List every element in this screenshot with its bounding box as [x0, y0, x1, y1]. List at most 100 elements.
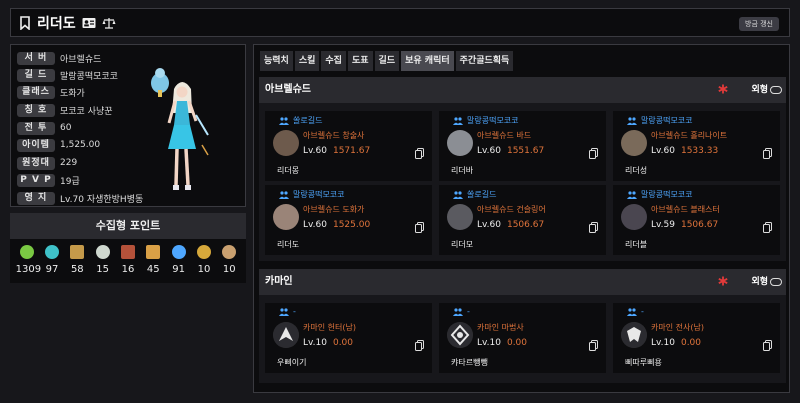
- class-emblem-icon: [273, 322, 299, 348]
- appearance-toggle[interactable]: [770, 278, 782, 286]
- collect-item-star[interactable]: 91: [168, 245, 190, 275]
- avatar: [447, 204, 473, 230]
- world-tree-icon: [196, 245, 211, 259]
- guild-name: 말랑콩떡모코코: [467, 116, 519, 125]
- character-level: Lv.60: [477, 146, 501, 156]
- copy-icon[interactable]: [415, 340, 424, 351]
- collect-item-map[interactable]: 58: [66, 245, 88, 275]
- server-name: 카마인: [265, 276, 293, 287]
- island-heart-icon: [44, 245, 59, 259]
- collect-item-art[interactable]: 16: [117, 245, 139, 275]
- character-card[interactable]: 쏠로길드 아브렐슈드 건슬링어 Lv.60 1506.67 리더모: [439, 185, 606, 255]
- star-icon: [171, 245, 186, 259]
- info-row-pvp: P V P 19급: [17, 173, 80, 187]
- people-icon: [279, 190, 289, 199]
- collection-points-title: 수집형 포인트: [10, 213, 246, 239]
- character-card[interactable]: 말랑콩떡모코코 아브렐슈드 블래스터 Lv.59 1506.67 리더블: [613, 185, 780, 255]
- item-level: 0.00: [680, 338, 702, 348]
- class-emblem-icon: [447, 322, 473, 348]
- info-label: 원정대: [17, 156, 55, 170]
- info-value: 19급: [60, 176, 80, 187]
- guild-name: 말랑콩떡모코코: [293, 190, 345, 199]
- info-value: 말랑콩떡모코코: [60, 71, 118, 82]
- item-level: 1533.33: [680, 146, 719, 156]
- copy-icon[interactable]: [589, 148, 598, 159]
- appearance-label: 외형: [751, 277, 768, 287]
- server-class: 카마인 헌터(남): [303, 323, 356, 332]
- people-icon: [627, 116, 637, 125]
- bookmark-icon[interactable]: [19, 15, 31, 30]
- info-label: 클래스: [17, 85, 55, 99]
- character-card[interactable]: - 카마인 전사(남) Lv.10 0.00 삐따루삐용: [613, 303, 780, 373]
- character-name: 리더도: [37, 15, 76, 32]
- copy-icon[interactable]: [589, 222, 598, 233]
- info-row-combat: 전 투 60: [17, 121, 71, 135]
- server-class: 카마인 전사(남): [651, 323, 704, 332]
- character-grid: 쏠로길드 아브렐슈드 창술사 Lv.60 1571.67 리더몽 말랑콩떡모코코 …: [259, 103, 786, 261]
- info-label: P V P: [17, 173, 55, 187]
- character-card[interactable]: 말랑콩떡모코코 아브렐슈드 도화가 Lv.60 1525.00 리더도: [265, 185, 432, 255]
- character-level: Lv.60: [651, 146, 675, 156]
- voyage-icon: [146, 245, 161, 259]
- character-name: 리더바: [451, 166, 474, 175]
- scale-icon[interactable]: [102, 17, 116, 29]
- item-level: 1571.67: [332, 146, 371, 156]
- collect-item-island-heart[interactable]: 97: [41, 245, 63, 275]
- info-row-expedition: 원정대 229: [17, 156, 77, 170]
- id-card-icon[interactable]: [82, 17, 96, 29]
- collect-item-mokoko[interactable]: 15: [92, 245, 114, 275]
- guild-name: -: [467, 307, 470, 316]
- info-row-server: 서 버 아브렐슈드: [17, 51, 101, 65]
- tab-guild[interactable]: 길드: [374, 51, 400, 71]
- avatar: [447, 130, 473, 156]
- character-name: 리더성: [625, 166, 648, 175]
- character-card[interactable]: - 카마인 헌터(남) Lv.10 0.00 우삐이기: [265, 303, 432, 373]
- collect-count: 97: [45, 264, 59, 275]
- collect-count: 10: [222, 264, 236, 275]
- server-name: 아브렐슈드: [265, 84, 311, 95]
- server-class: 카마인 마법사: [477, 323, 524, 332]
- orpheus-icon: [222, 245, 237, 259]
- character-name: 리더몽: [277, 166, 300, 175]
- guild-name: 쏠로길드: [293, 116, 323, 125]
- collect-item-voyage[interactable]: 45: [142, 245, 164, 275]
- character-card[interactable]: - 카마인 마법사 Lv.10 0.00 캬타르뺑뺑: [439, 303, 606, 373]
- tab-collection[interactable]: 수집: [321, 51, 346, 71]
- people-icon: [453, 116, 463, 125]
- character-name: 캬타르뺑뺑: [451, 358, 488, 367]
- guild-name: 말랑콩떡모코코: [641, 190, 693, 199]
- character-card[interactable]: 말랑콩떡모코코 아브렐슈드 바드 Lv.60 1551.67 리더바: [439, 111, 606, 181]
- people-icon: [279, 116, 289, 125]
- character-card[interactable]: 쏠로길드 아브렐슈드 창술사 Lv.60 1571.67 리더몽: [265, 111, 432, 181]
- info-row-estate: 영 지 Lv.70 자생한방H병동: [17, 191, 143, 205]
- collect-item-seed[interactable]: 1309: [16, 245, 41, 275]
- character-grid: - 카마인 헌터(남) Lv.10 0.00 우삐이기 - 카마인 마법사 Lv.…: [259, 295, 786, 383]
- copy-icon[interactable]: [763, 222, 772, 233]
- refresh-button[interactable]: 방금 갱신: [739, 17, 779, 31]
- character-level: Lv.10: [303, 338, 327, 348]
- copy-icon[interactable]: [415, 148, 424, 159]
- avatar: [273, 130, 299, 156]
- copy-icon[interactable]: [589, 340, 598, 351]
- collect-count: 15: [96, 264, 109, 275]
- collect-item-world-tree[interactable]: 10: [193, 245, 215, 275]
- character-level: Lv.60: [303, 220, 327, 230]
- server-section-kamain: 카마인 외형 - 카마인 헌터(남) Lv.10 0.00 우삐이기 - 카마인 …: [259, 269, 786, 383]
- tab-chart[interactable]: 도표: [347, 51, 373, 71]
- copy-icon[interactable]: [763, 148, 772, 159]
- character-card[interactable]: 말랑콩떡모코코 아브렐슈드 홀리나이트 Lv.60 1533.33 리더성: [613, 111, 780, 181]
- tab-weekly-gold[interactable]: 주간골드획득: [455, 51, 514, 71]
- copy-icon[interactable]: [763, 340, 772, 351]
- tab-owned-characters[interactable]: 보유 캐릭터: [401, 51, 454, 71]
- tab-skills[interactable]: 스킬: [294, 51, 320, 71]
- guild-name: 쏠로길드: [467, 190, 497, 199]
- item-level: 1551.67: [506, 146, 545, 156]
- collect-item-orpheus[interactable]: 10: [218, 245, 240, 275]
- server-class: 아브렐슈드 도화가: [303, 205, 365, 214]
- server-class: 아브렐슈드 창술사: [303, 131, 365, 140]
- tab-stats[interactable]: 능력치: [260, 51, 293, 71]
- character-portrait: [151, 68, 209, 190]
- collect-count: 10: [197, 264, 211, 275]
- copy-icon[interactable]: [415, 222, 424, 233]
- appearance-toggle[interactable]: [770, 86, 782, 94]
